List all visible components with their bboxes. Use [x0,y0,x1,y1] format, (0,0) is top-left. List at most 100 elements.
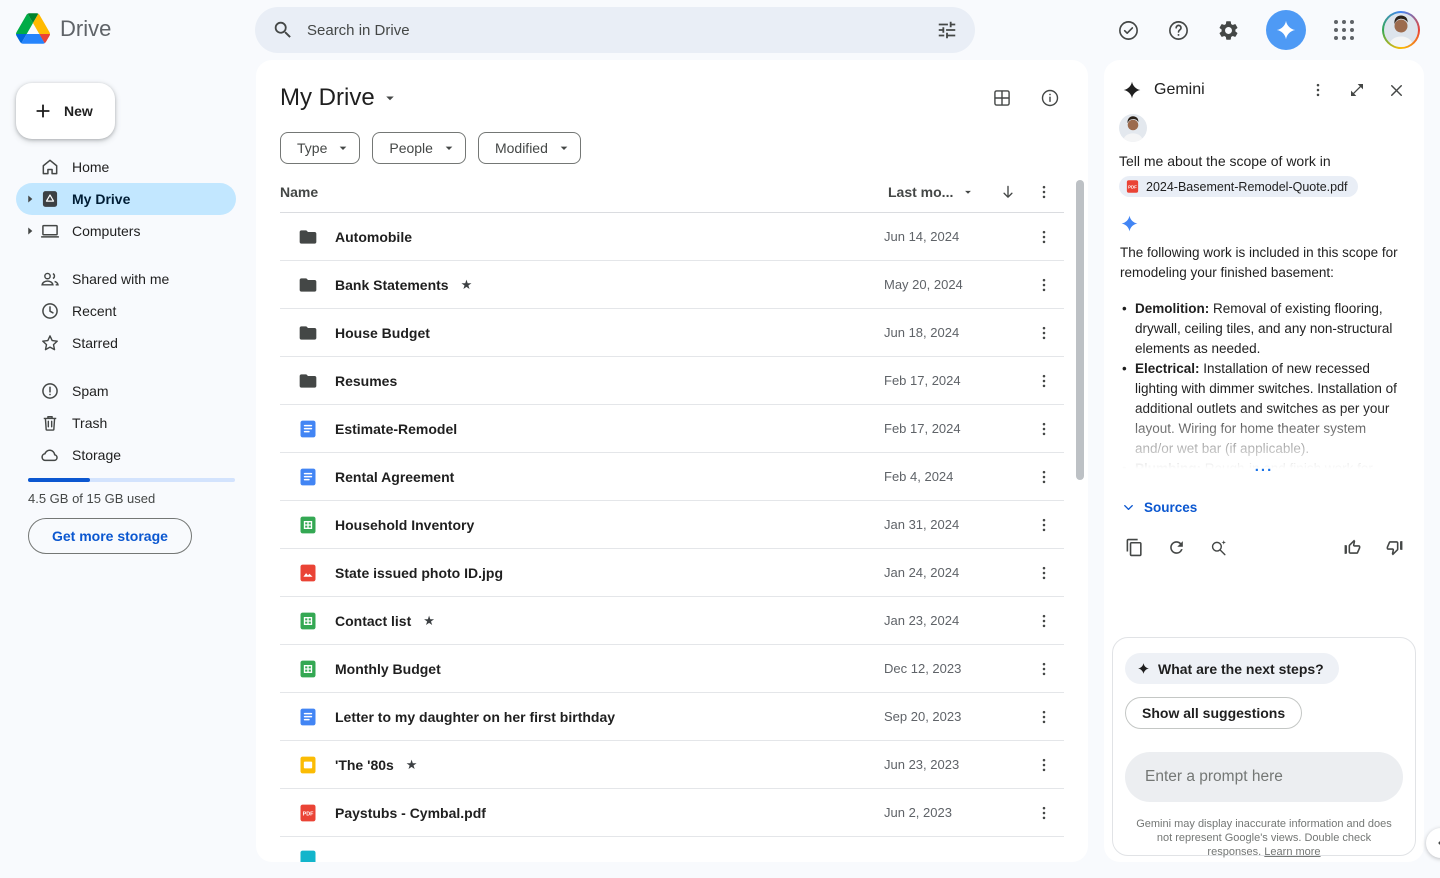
file-row[interactable]: Household Inventory ★ Jan 31, 2024 [280,501,1064,549]
refine-search-icon[interactable] [1206,535,1230,559]
close-icon[interactable] [1384,78,1408,102]
file-row-kebab[interactable] [1032,753,1056,777]
file-row-kebab[interactable] [1032,801,1056,825]
file-type-icon [298,849,318,862]
copy-icon[interactable] [1122,535,1146,559]
sidebar-item[interactable]: Starred [16,327,236,359]
file-row-kebab[interactable] [1032,561,1056,585]
scrollbar-thumb[interactable] [1076,180,1084,480]
sidebar-item[interactable]: Shared with me [16,263,236,295]
spark-icon [1137,662,1150,675]
file-row[interactable]: PDF Paystubs - Cymbal.pdf ★ Jun 2, 2023 [280,789,1064,837]
file-type-icon: PDF [298,803,318,823]
file-row[interactable]: State issued photo ID.jpg ★ Jan 24, 2024 [280,549,1064,597]
file-row[interactable]: Rental Agreement ★ Feb 4, 2024 [280,453,1064,501]
gemini-button[interactable] [1266,10,1306,50]
sidebar-item[interactable]: Recent [16,295,236,327]
file-row-kebab[interactable] [1032,417,1056,441]
chevron-down-icon [1121,500,1136,515]
gemini-disclaimer: Gemini may display inaccurate informatio… [1125,817,1403,859]
new-button[interactable]: New [16,83,115,139]
file-name: Monthly Budget [335,661,441,677]
sidebar-item[interactable]: Trash [16,407,236,439]
help-icon[interactable] [1166,18,1190,42]
settings-icon[interactable] [1216,18,1240,42]
file-name: Automobile [335,229,412,245]
sidebar-item-icon [40,381,60,401]
file-row-kebab[interactable] [1032,321,1056,345]
sidebar-item[interactable]: Computers [16,215,236,247]
file-row[interactable]: Automobile ★ Jun 14, 2024 [280,213,1064,261]
sidebar-item-label: Spam [72,383,109,399]
gemini-prompt-input[interactable] [1125,752,1403,802]
file-type-icon [298,515,318,535]
thumbs-down-icon[interactable] [1382,535,1406,559]
file-attachment-chip[interactable]: PDF 2024-Basement-Remodel-Quote.pdf [1119,176,1358,197]
file-row[interactable]: Estimate-Remodel ★ Feb 17, 2024 [280,405,1064,453]
list-options-kebab[interactable] [1032,180,1056,204]
filter-modified[interactable]: Modified [478,132,581,164]
file-row-kebab[interactable] [1032,369,1056,393]
gemini-response-spark-icon [1120,214,1424,233]
file-row-kebab[interactable] [1032,225,1056,249]
file-row-kebab[interactable] [1032,513,1056,537]
sidebar-item[interactable]: My Drive [16,183,236,215]
file-modified-date: Jan 24, 2024 [884,565,959,580]
search-input[interactable] [307,22,923,39]
sort-direction-icon[interactable] [999,183,1017,201]
show-all-suggestions-button[interactable]: Show all suggestions [1125,697,1302,729]
sidebar-item[interactable]: Spam [16,375,236,407]
file-row[interactable]: Monthly Budget ★ Dec 12, 2023 [280,645,1064,693]
offline-status-icon[interactable] [1116,18,1140,42]
suggestion-chip[interactable]: What are the next steps? [1125,653,1339,684]
file-row[interactable]: Bank Statements ★ May 20, 2024 [280,261,1064,309]
file-row[interactable]: Letter to my daughter on her first birth… [280,693,1064,741]
show-more-dots[interactable]: ... [1104,457,1424,477]
gemini-title: Gemini [1154,81,1205,99]
expand-caret-icon[interactable] [22,191,38,207]
search-bar[interactable] [255,7,975,53]
file-name: State issued photo ID.jpg [335,565,503,581]
collapse-panel-button[interactable] [1426,828,1440,858]
sidebar-item[interactable]: Storage [16,439,236,471]
file-row[interactable]: Resumes ★ Feb 17, 2024 [280,357,1064,405]
sidebar-item-icon [40,301,60,321]
file-type-icon [298,227,318,247]
file-row[interactable]: House Budget ★ Jun 18, 2024 [280,309,1064,357]
filter-people[interactable]: People [372,132,466,164]
response-actions [1122,535,1406,559]
sources-toggle[interactable]: Sources [1121,500,1197,515]
topbar-icons [1116,0,1440,60]
info-icon[interactable] [1038,86,1062,110]
get-more-storage-button[interactable]: Get more storage [28,518,192,554]
account-avatar[interactable] [1382,11,1420,49]
plus-icon [32,100,54,122]
regenerate-icon[interactable] [1164,535,1188,559]
modified-column-header[interactable]: Last mo... [888,184,975,200]
file-name: Estimate-Remodel [335,421,457,437]
response-bullet: Demolition: Removal of existing flooring… [1122,299,1408,359]
learn-more-link[interactable]: Learn more [1264,846,1320,858]
drive-logo[interactable]: Drive [16,13,111,44]
file-row-kebab[interactable] [1032,657,1056,681]
thumbs-up-icon[interactable] [1340,535,1364,559]
file-row[interactable]: 'The '80s ★ Jun 23, 2023 [280,741,1064,789]
advanced-search-icon[interactable] [935,18,959,42]
file-row-kebab[interactable] [1032,273,1056,297]
file-row-kebab[interactable] [1032,465,1056,489]
grid-view-icon[interactable] [990,86,1014,110]
name-column-header[interactable]: Name [280,184,318,200]
file-name: Bank Statements [335,277,449,293]
apps-grid-icon[interactable] [1332,18,1356,42]
file-modified-date: Jun 2, 2023 [884,805,952,820]
expand-caret-icon[interactable] [22,223,38,239]
file-row-kebab[interactable] [1032,705,1056,729]
page-title-dropdown[interactable]: My Drive [280,84,399,112]
filter-type[interactable]: Type [280,132,360,164]
file-row-kebab[interactable] [1032,609,1056,633]
search-icon[interactable] [271,18,295,42]
gemini-menu-kebab[interactable] [1306,78,1330,102]
sidebar-item[interactable]: Home [16,151,236,183]
file-row[interactable]: Contact list ★ Jan 23, 2024 [280,597,1064,645]
expand-panel-icon[interactable] [1345,78,1369,102]
